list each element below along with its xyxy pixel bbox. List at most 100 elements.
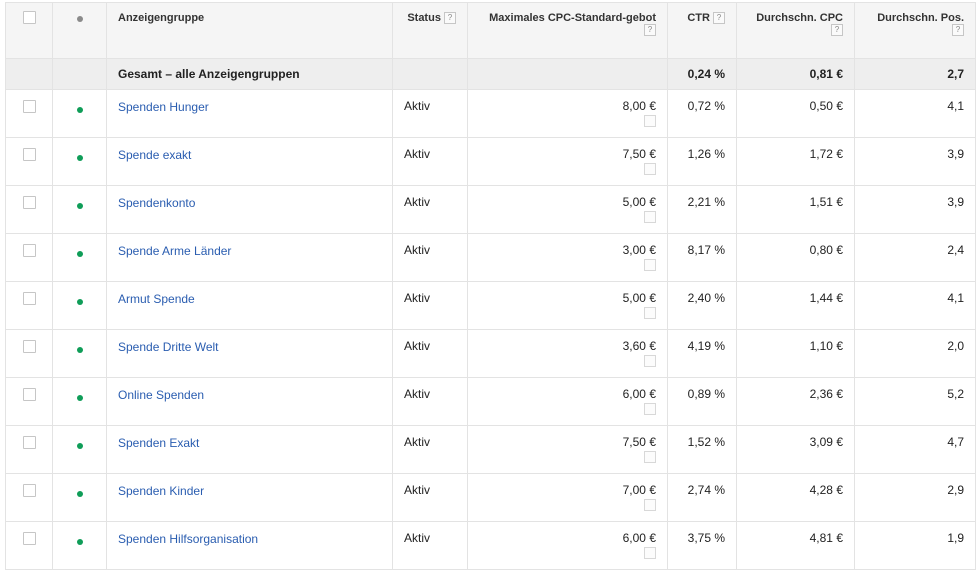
max-cpc-value[interactable]: 7,50 € xyxy=(468,138,656,161)
help-icon[interactable]: ? xyxy=(713,12,725,25)
edit-bid-icon[interactable] xyxy=(644,307,656,319)
avg-pos-cell: 4,1 xyxy=(854,89,976,138)
edit-bid-icon[interactable] xyxy=(644,403,656,415)
max-cpc-value[interactable]: 3,00 € xyxy=(468,234,656,257)
avg-cpc-cell: 1,10 € xyxy=(736,329,855,378)
ctr-cell: 2,74 % xyxy=(667,473,737,522)
ctr-value: 1,52 % xyxy=(687,435,725,449)
max-cpc-value[interactable]: 5,00 € xyxy=(468,282,656,305)
avg-pos-cell: 2,9 xyxy=(854,473,976,522)
max-cpc-value[interactable]: 8,00 € xyxy=(468,90,656,113)
status-enabled-icon[interactable] xyxy=(76,539,83,545)
status-filter-header[interactable] xyxy=(52,2,107,59)
adgroup-name-cell: Spendenkonto xyxy=(106,185,393,234)
row-checkbox[interactable] xyxy=(22,196,36,209)
row-status-cell xyxy=(52,377,107,426)
status-cell: Aktiv xyxy=(392,377,468,426)
column-header-avg-cpc[interactable]: Durchschn. CPC ? xyxy=(736,2,855,59)
help-icon[interactable]: ? xyxy=(831,24,843,37)
adgroup-name-cell: Online Spenden xyxy=(106,377,393,426)
max-cpc-value[interactable]: 5,00 € xyxy=(468,186,656,209)
adgroup-name-link[interactable]: Spenden Hunger xyxy=(107,90,209,114)
edit-bid-icon[interactable] xyxy=(644,211,656,223)
status-enabled-icon[interactable] xyxy=(76,347,83,353)
avg-pos-value: 4,1 xyxy=(947,99,964,113)
status-cell: Aktiv xyxy=(392,89,468,138)
adgroup-name-link[interactable]: Online Spenden xyxy=(107,378,204,402)
avg-cpc-value: 1,51 € xyxy=(809,195,843,209)
avg-cpc-value: 1,44 € xyxy=(809,291,843,305)
ctr-cell: 1,52 % xyxy=(667,425,737,474)
adgroup-name-link[interactable]: Armut Spende xyxy=(107,282,195,306)
adgroup-name-link[interactable]: Spendenkonto xyxy=(107,186,195,210)
total-empty-cell xyxy=(5,58,53,90)
avg-cpc-cell: 4,81 € xyxy=(736,521,855,570)
adgroup-name-link[interactable]: Spenden Exakt xyxy=(107,426,199,450)
status-enabled-icon[interactable] xyxy=(76,395,83,401)
row-status-cell xyxy=(52,89,107,138)
status-enabled-icon[interactable] xyxy=(76,491,83,497)
status-dot-icon xyxy=(76,16,83,22)
max-cpc-value[interactable]: 7,00 € xyxy=(468,474,656,497)
select-all-checkbox[interactable] xyxy=(22,11,36,24)
status-enabled-icon[interactable] xyxy=(76,107,83,113)
total-label: Gesamt – alle Anzeigengruppen xyxy=(106,58,393,90)
edit-bid-icon[interactable] xyxy=(644,499,656,511)
column-header-ctr[interactable]: CTR ? xyxy=(667,2,737,59)
row-status-cell xyxy=(52,521,107,570)
total-avg-pos: 2,7 xyxy=(854,58,976,90)
column-header-adgroup[interactable]: Anzeigengruppe xyxy=(106,2,393,59)
row-checkbox[interactable] xyxy=(22,148,36,161)
adgroups-table-container: Anzeigengruppe Status ? Maximales CPC-St… xyxy=(0,0,980,570)
avg-cpc-cell: 0,80 € xyxy=(736,233,855,282)
column-header-avg-pos[interactable]: Durchschn. Pos. ? xyxy=(854,2,976,59)
help-icon[interactable]: ? xyxy=(444,12,456,25)
max-cpc-value[interactable]: 3,60 € xyxy=(468,330,656,353)
status-enabled-icon[interactable] xyxy=(76,443,83,449)
avg-pos-cell: 4,7 xyxy=(854,425,976,474)
row-checkbox[interactable] xyxy=(22,244,36,257)
table-row: Spenden Exakt Aktiv 7,50 € 1,52 % 3,09 € 4,7 xyxy=(5,425,976,474)
max-cpc-cell: 3,00 € xyxy=(467,233,668,282)
adgroup-name-cell: Spende exakt xyxy=(106,137,393,186)
help-icon[interactable]: ? xyxy=(644,24,656,37)
max-cpc-value[interactable]: 6,00 € xyxy=(468,378,656,401)
row-checkbox[interactable] xyxy=(22,436,36,449)
status-enabled-icon[interactable] xyxy=(76,251,83,257)
row-checkbox[interactable] xyxy=(22,340,36,353)
adgroup-name-link[interactable]: Spenden Kinder xyxy=(107,474,204,498)
row-checkbox[interactable] xyxy=(22,100,36,113)
row-checkbox[interactable] xyxy=(22,532,36,545)
status-enabled-icon[interactable] xyxy=(76,203,83,209)
avg-pos-value: 2,9 xyxy=(947,483,964,497)
adgroup-name-link[interactable]: Spende exakt xyxy=(107,138,191,162)
avg-pos-value: 2,0 xyxy=(947,339,964,353)
max-cpc-cell: 6,00 € xyxy=(467,521,668,570)
column-header-status[interactable]: Status ? xyxy=(392,2,468,59)
status-enabled-icon[interactable] xyxy=(76,155,83,161)
max-cpc-value[interactable]: 6,00 € xyxy=(468,522,656,545)
status-enabled-icon[interactable] xyxy=(76,299,83,305)
adgroup-name-link[interactable]: Spende Dritte Welt xyxy=(107,330,219,354)
column-header-max-cpc[interactable]: Maximales CPC-Standard-gebot ? xyxy=(467,2,668,59)
edit-bid-icon[interactable] xyxy=(644,355,656,367)
row-checkbox[interactable] xyxy=(22,484,36,497)
edit-bid-icon[interactable] xyxy=(644,547,656,559)
max-cpc-value[interactable]: 7,50 € xyxy=(468,426,656,449)
row-checkbox[interactable] xyxy=(22,388,36,401)
help-icon[interactable]: ? xyxy=(952,24,964,37)
adgroup-name-link[interactable]: Spenden Hilfsorganisation xyxy=(107,522,258,546)
column-header-adgroup-label: Anzeigengruppe xyxy=(118,12,205,24)
edit-bid-icon[interactable] xyxy=(644,259,656,271)
status-cell: Aktiv xyxy=(392,233,468,282)
status-text: Aktiv xyxy=(404,243,431,257)
adgroup-name-link[interactable]: Spende Arme Länder xyxy=(107,234,231,258)
row-checkbox[interactable] xyxy=(22,292,36,305)
row-status-cell xyxy=(52,137,107,186)
edit-bid-icon[interactable] xyxy=(644,451,656,463)
status-cell: Aktiv xyxy=(392,137,468,186)
status-text: Aktiv xyxy=(404,435,431,449)
edit-bid-icon[interactable] xyxy=(644,163,656,175)
status-cell: Aktiv xyxy=(392,281,468,330)
edit-bid-icon[interactable] xyxy=(644,115,656,127)
